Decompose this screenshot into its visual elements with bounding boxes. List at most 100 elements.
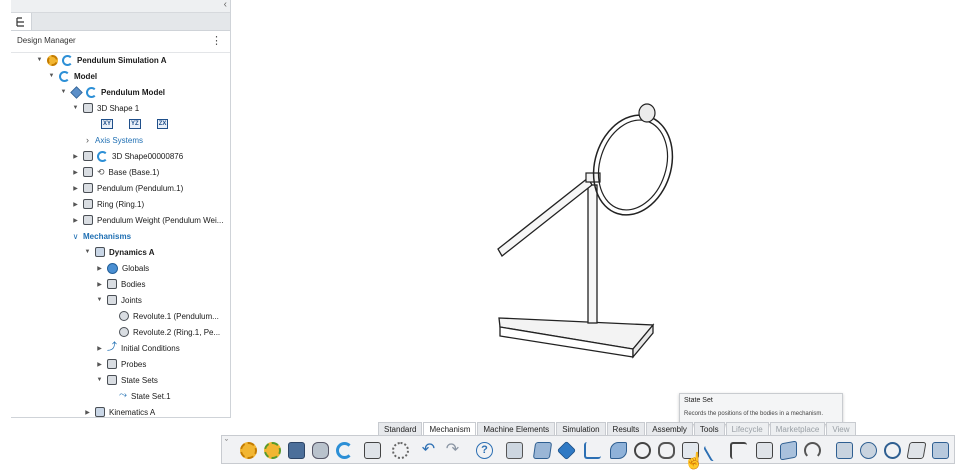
tab-machine-elements[interactable]: Machine Elements [477,422,556,436]
initial-condition-tool-icon[interactable] [730,442,747,459]
help-icon[interactable]: ? [476,442,493,459]
tab-tools[interactable]: Tools [693,422,725,436]
tree-item-axis-systems[interactable]: › Axis Systems [83,132,143,148]
more-options-icon[interactable]: ⋮ [211,34,222,48]
shape-icon [83,151,93,161]
tree-item-label: Model [74,71,98,81]
expand-toggle-icon[interactable]: ▶ [83,409,92,416]
results-icon[interactable] [906,442,927,459]
expand-toggle-icon[interactable]: ▶ [71,217,80,224]
tree-item-mechanisms[interactable]: ∨ Mechanisms [71,228,131,244]
tree-item-ring[interactable]: ▶ Ring (Ring.1) [71,196,144,212]
document-icon[interactable] [364,442,381,459]
tree-item-pendulum-model[interactable]: ▼ Pendulum Model [59,84,165,100]
expand-toggle-icon[interactable]: ▼ [95,377,104,383]
tree-item-label: Probes [121,359,147,369]
tree-item-globals[interactable]: ▶ Globals [95,260,149,276]
3d-viewport[interactable]: ‹ Design Manager ⋮ ▼ Pendulum Simulation… [0,0,960,470]
expand-toggle-icon[interactable]: ▶ [95,281,104,288]
axis-planes-row: XY YZ ZX [101,116,169,132]
save-icon[interactable] [288,442,305,459]
contact-icon[interactable] [780,440,797,461]
expand-toggle-icon[interactable]: ▶ [71,169,80,176]
analysis-icon[interactable] [884,442,901,459]
expand-toggle-icon[interactable]: ▶ [71,185,80,192]
zx-plane-icon[interactable]: ZX [156,119,169,129]
cube-icon[interactable] [556,440,577,461]
dynamics-icon[interactable] [860,442,877,459]
kinematics-icon[interactable] [836,442,853,459]
tab-marketplace[interactable]: Marketplace [769,422,826,436]
xy-plane-icon[interactable]: XY [101,119,114,129]
motion-icon[interactable] [702,438,727,463]
tree-item-revolute-1[interactable]: Revolute.1 (Pendulum... [119,308,219,324]
tree-item-joints[interactable]: ▼ Joints [95,292,142,308]
tree-item-state-sets[interactable]: ▼ State Sets [95,372,158,388]
toolbar-expand-icon[interactable]: ˇ [225,438,228,448]
tree-item-pendulum-simulation[interactable]: ▼ Pendulum Simulation A [35,52,166,68]
tree-item-state-set-1[interactable]: ⤳ State Set.1 [119,388,171,404]
tree-item-3d-shape-1[interactable]: ▼ 3D Shape 1 [71,100,139,116]
link-joint-icon[interactable] [658,442,675,459]
undo-icon[interactable]: ↶ [420,442,437,459]
tab-mechanism[interactable]: Mechanism [423,422,477,436]
axis-icon[interactable] [584,442,601,459]
tab-simulation[interactable]: Simulation [556,422,606,436]
tree-item-bodies[interactable]: ▶ Bodies [95,276,145,292]
export-icon[interactable] [932,442,949,459]
tab-assembly[interactable]: Assembly [646,422,693,436]
tree-item-revolute-2[interactable]: Revolute.2 (Ring.1, Pe... [119,324,220,340]
tree-item-pendulum[interactable]: ▶ Pendulum (Pendulum.1) [71,180,183,196]
tree-item-label: Base (Base.1) [108,167,160,177]
state-set-icon: ⤳ [119,390,127,401]
expand-toggle-icon[interactable]: ▼ [83,249,92,255]
rigid-body-icon[interactable] [532,442,553,459]
tree-view-tab[interactable] [11,13,32,30]
expand-toggle-icon[interactable]: ▼ [95,297,104,303]
collapse-panel-icon[interactable]: ‹ [224,0,227,11]
expand-toggle-icon[interactable]: ▶ [71,153,80,160]
tab-standard[interactable]: Standard [378,422,423,436]
tree-item-label: Joints [121,295,142,305]
expand-toggle-icon[interactable]: ▼ [47,73,56,79]
spring-icon[interactable] [804,442,821,459]
redo-icon[interactable]: ↷ [444,442,461,459]
bodies-icon [107,279,117,289]
tree-item-pendulum-weight[interactable]: ▶ Pendulum Weight (Pendulum Wei... [71,212,223,228]
settings-icon[interactable] [392,442,409,459]
pendulum-model-render[interactable] [480,95,680,365]
expand-toggle-icon[interactable]: ▼ [71,105,80,111]
expand-toggle-icon[interactable]: ▶ [95,265,104,272]
joint-icon[interactable] [634,442,651,459]
tree-item-initial-conditions[interactable]: ▶ ⤴ Initial Conditions [95,340,180,356]
expand-toggle-icon[interactable]: › [83,135,92,145]
expand-toggle-icon[interactable]: ▼ [35,57,44,63]
model-gear-icon[interactable] [264,442,281,459]
tree-item-base[interactable]: ▶ ⟲ Base (Base.1) [71,164,159,180]
tree-item-probes[interactable]: ▶ Probes [95,356,146,372]
ground-icon[interactable] [610,442,627,459]
revolute-joint-icon [119,311,129,321]
expand-toggle-icon[interactable]: ▶ [71,201,80,208]
bodies-tool-icon[interactable] [506,442,523,459]
expand-toggle-icon[interactable]: ▶ [95,361,104,368]
link-icon: ⟲ [97,166,105,177]
tab-results[interactable]: Results [606,422,646,436]
cycle-icon[interactable] [336,442,353,459]
tree-item-kinematics-a[interactable]: ▶ Kinematics A [83,404,155,420]
expand-toggle-icon[interactable]: ▼ [59,89,68,95]
tooltip-description: Records the positions of the bodies in a… [684,411,824,417]
tab-lifecycle[interactable]: Lifecycle [725,422,769,436]
tree-item-model[interactable]: ▼ Model [47,68,97,84]
tab-view[interactable]: View [826,422,856,436]
tree-item-dynamics-a[interactable]: ▼ Dynamics A [83,244,155,260]
expand-toggle-icon[interactable]: ∨ [71,232,80,241]
chart-icon[interactable] [756,442,773,459]
simulation-gear-icon[interactable] [240,442,257,459]
part-icon [83,199,93,209]
database-icon[interactable] [312,442,329,459]
yz-plane-icon[interactable]: YZ [129,119,141,129]
expand-toggle-icon[interactable]: ▶ [95,345,104,352]
tree-item-3d-shape-876[interactable]: ▶ 3D Shape00000876 [71,148,183,164]
pendulum-weight [638,103,656,123]
